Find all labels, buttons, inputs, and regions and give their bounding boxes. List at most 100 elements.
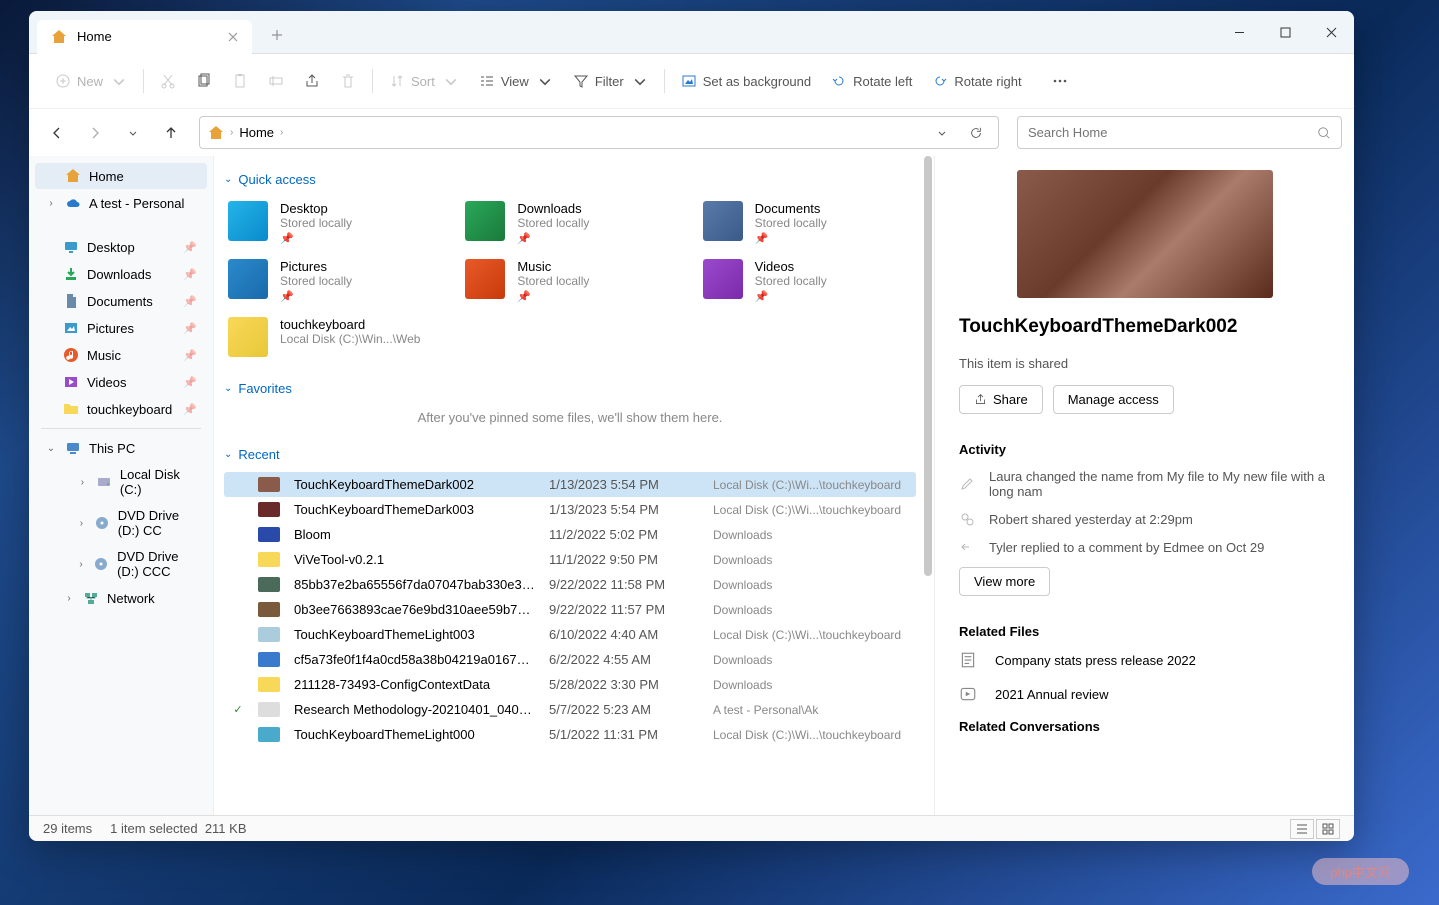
sidebar-item-videos[interactable]: Videos📌 (35, 369, 207, 395)
file-location: Downloads (713, 678, 908, 692)
rename-button[interactable] (258, 67, 294, 95)
recent-file-row[interactable]: TouchKeyboardThemeDark0021/13/2023 5:54 … (224, 472, 916, 497)
quick-access-item[interactable]: DesktopStored locally📌 (224, 197, 441, 249)
folder-icon (228, 259, 268, 299)
related-file-item[interactable]: 2021 Annual review (959, 685, 1330, 703)
sidebar-item-music[interactable]: Music📌 (35, 342, 207, 368)
file-name: 85bb37e2ba65556f7da07047bab330e3534c80a2 (294, 577, 535, 592)
manage-access-button[interactable]: Manage access (1053, 385, 1174, 414)
sidebar-item-downloads[interactable]: Downloads📌 (35, 261, 207, 287)
recent-file-row[interactable]: 0b3ee7663893cae76e9bd310aee59b70d76cc476… (224, 597, 916, 622)
view-button[interactable]: View (469, 67, 563, 95)
paste-button[interactable] (222, 67, 258, 95)
sidebar-item-drive[interactable]: ›Local Disk (C:) (35, 462, 207, 502)
close-icon[interactable] (226, 30, 240, 44)
sidebar-item-drive[interactable]: ›DVD Drive (D:) CC (35, 503, 207, 543)
sidebar-item-home[interactable]: Home (35, 163, 207, 189)
recent-locations-button[interactable] (117, 117, 149, 149)
section-quick-access[interactable]: ⌄Quick access (224, 172, 916, 187)
quick-access-item[interactable]: DownloadsStored locally📌 (461, 197, 678, 249)
file-name: Bloom (294, 527, 535, 542)
address-history-button[interactable] (928, 119, 956, 147)
forward-button[interactable] (79, 117, 111, 149)
home-icon (208, 125, 224, 141)
rotate-left-button[interactable]: Rotate left (821, 67, 922, 95)
sidebar-item-documents[interactable]: Documents📌 (35, 288, 207, 314)
file-date: 11/2/2022 5:02 PM (549, 527, 699, 542)
sidebar-item-thispc[interactable]: ⌄This PC (35, 435, 207, 461)
filter-button[interactable]: Filter (563, 67, 658, 95)
chevron-down-icon (632, 73, 648, 89)
new-button[interactable]: New (45, 67, 137, 95)
new-tab-button[interactable] (262, 20, 292, 50)
file-name: ViVeTool-v0.2.1 (294, 552, 535, 567)
quick-access-item[interactable]: DocumentsStored locally📌 (699, 197, 916, 249)
delete-button[interactable] (330, 67, 366, 95)
set-background-button[interactable]: Set as background (671, 67, 821, 95)
breadcrumb-home[interactable]: Home (239, 125, 274, 140)
view-grid-button[interactable] (1316, 819, 1340, 839)
more-button[interactable] (1042, 67, 1078, 95)
recent-file-row[interactable]: 211128-73493-ConfigContextData5/28/2022 … (224, 672, 916, 697)
more-icon (1052, 73, 1068, 89)
sidebar-item-drive[interactable]: ›DVD Drive (D:) CCC (35, 544, 207, 584)
cut-button[interactable] (150, 67, 186, 95)
sidebar-item-desktop[interactable]: Desktop📌 (35, 234, 207, 260)
minimize-button[interactable] (1216, 11, 1262, 54)
search-input[interactable] (1028, 125, 1317, 140)
close-button[interactable] (1308, 11, 1354, 54)
quick-access-item[interactable]: VideosStored locally📌 (699, 255, 916, 307)
recent-file-row[interactable]: TouchKeyboardThemeDark0031/13/2023 5:54 … (224, 497, 916, 522)
tab-home[interactable]: Home (37, 20, 252, 54)
file-location: Downloads (713, 653, 908, 667)
related-file-item[interactable]: Company stats press release 2022 (959, 651, 1330, 669)
folder-icon (228, 201, 268, 241)
search-box[interactable] (1017, 116, 1342, 149)
sidebar-item-touchkeyboard[interactable]: touchkeyboard📌 (35, 396, 207, 422)
share-button[interactable]: Share (959, 385, 1043, 414)
recent-file-row[interactable]: cf5a73fe0f1f4a0cd58a38b04219a0167354f87f… (224, 647, 916, 672)
recent-file-row[interactable]: TouchKeyboardThemeLight0005/1/2022 11:31… (224, 722, 916, 747)
file-thumbnail (258, 602, 280, 617)
recent-file-row[interactable]: ✓Research Methodology-20210401_040256-Me… (224, 697, 916, 722)
file-name: TouchKeyboardThemeLight003 (294, 627, 535, 642)
maximize-button[interactable] (1262, 11, 1308, 54)
sidebar-item-network[interactable]: ›Network (35, 585, 207, 611)
file-location: Downloads (713, 578, 908, 592)
file-thumbnail (258, 652, 280, 667)
quick-access-item[interactable]: MusicStored locally📌 (461, 255, 678, 307)
quick-access-item[interactable]: touchkeyboardLocal Disk (C:)\Win...\Web (224, 313, 441, 361)
sidebar-item-onedrive[interactable]: ›A test - Personal (35, 190, 207, 216)
sidebar-item-pictures[interactable]: Pictures📌 (35, 315, 207, 341)
quick-access-item[interactable]: PicturesStored locally📌 (224, 255, 441, 307)
section-recent[interactable]: ⌄Recent (224, 447, 916, 462)
share-button[interactable] (294, 67, 330, 95)
file-name: TouchKeyboardThemeDark002 (294, 477, 535, 492)
view-more-button[interactable]: View more (959, 567, 1050, 596)
recent-file-row[interactable]: ViVeTool-v0.2.111/1/2022 9:50 PMDownload… (224, 547, 916, 572)
sidebar: Home›A test - Personal Desktop📌Downloads📌… (29, 156, 214, 815)
back-button[interactable] (41, 117, 73, 149)
rotate-right-button[interactable]: Rotate right (922, 67, 1031, 95)
recent-file-row[interactable]: TouchKeyboardThemeLight0036/10/2022 4:40… (224, 622, 916, 647)
folder-icon (703, 201, 743, 241)
refresh-button[interactable] (962, 119, 990, 147)
cut-icon (160, 73, 176, 89)
recent-file-row[interactable]: Bloom11/2/2022 5:02 PMDownloads (224, 522, 916, 547)
address-bar[interactable]: › Home › (199, 116, 999, 149)
scrollbar[interactable] (920, 156, 934, 815)
home-icon (51, 29, 67, 45)
pin-icon: 📌 (183, 322, 197, 335)
sort-button[interactable]: Sort (379, 67, 469, 95)
plus-icon (270, 28, 284, 42)
up-button[interactable] (155, 117, 187, 149)
copy-button[interactable] (186, 67, 222, 95)
folder-icon (465, 259, 505, 299)
recent-file-row[interactable]: 85bb37e2ba65556f7da07047bab330e3534c80a2… (224, 572, 916, 597)
file-location: Local Disk (C:)\Wi...\touchkeyboard (713, 503, 908, 517)
scrollbar-thumb[interactable] (924, 156, 932, 576)
section-favorites[interactable]: ⌄Favorites (224, 381, 916, 396)
rotate-right-icon (932, 73, 948, 89)
view-details-button[interactable] (1290, 819, 1314, 839)
tab-title: Home (77, 29, 112, 44)
